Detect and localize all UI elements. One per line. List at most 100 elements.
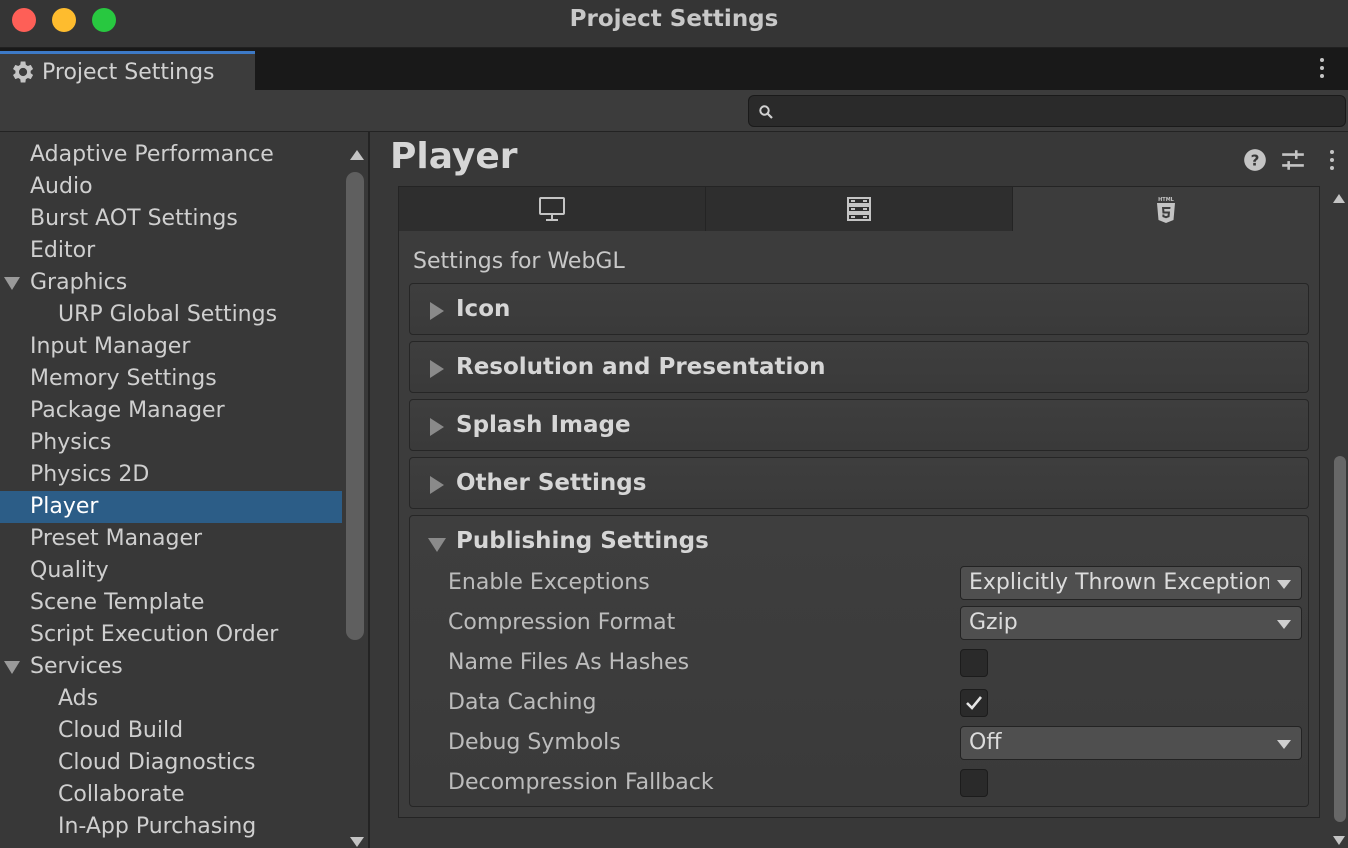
collapsed-triangle-icon — [430, 476, 444, 494]
dropdown-value: Explicitly Thrown Exceptions Only — [969, 570, 1269, 595]
sidebar-item-label: Physics 2D — [30, 462, 150, 487]
expand-triangle-icon[interactable] — [4, 277, 20, 290]
sidebar-item-label: Quality — [30, 558, 109, 583]
sidebar-item-script-execution-order[interactable]: Script Execution Order — [0, 619, 342, 651]
svg-text:?: ? — [1251, 151, 1260, 169]
scroll-up-arrow-icon[interactable] — [350, 150, 364, 160]
section-label: Other Settings — [456, 470, 647, 496]
sidebar-item-label: Scene Template — [30, 590, 205, 615]
section-publishing-settings: Publishing Settings Enable Exceptions Ex… — [409, 515, 1309, 807]
collapsed-triangle-icon — [430, 418, 444, 436]
more-menu-icon[interactable] — [1322, 146, 1342, 174]
sidebar-item-package-manager[interactable]: Package Manager — [0, 395, 342, 427]
sidebar-item-label: In-App Purchasing — [58, 814, 257, 839]
sidebar-item-physics[interactable]: Physics — [0, 427, 342, 459]
name-files-as-hashes-checkbox[interactable] — [960, 649, 988, 677]
expanded-triangle-icon[interactable] — [428, 538, 446, 552]
sidebar-item-cloud-build[interactable]: Cloud Build — [0, 715, 342, 747]
sidebar-item-memory-settings[interactable]: Memory Settings — [0, 363, 342, 395]
html5-webgl-icon: HTML — [1157, 197, 1175, 223]
page-title: Player — [390, 136, 518, 177]
help-icon[interactable]: ? — [1242, 147, 1268, 173]
sidebar-item-label: Graphics — [30, 270, 128, 295]
sidebar-item-label: Audio — [30, 174, 93, 199]
data-caching-checkbox[interactable] — [960, 689, 988, 717]
section-other-settings[interactable]: Other Settings — [409, 457, 1309, 509]
sidebar-item-graphics[interactable]: Graphics — [0, 267, 342, 299]
sidebar-item-label: Input Manager — [30, 334, 191, 359]
window-title: Project Settings — [569, 6, 779, 32]
sidebar-item-quality[interactable]: Quality — [0, 555, 342, 587]
sidebar-item-editor[interactable]: Editor — [0, 235, 342, 267]
expand-triangle-icon[interactable] — [4, 661, 20, 674]
sidebar-item-label: URP Global Settings — [58, 302, 278, 327]
collapsed-triangle-icon — [430, 302, 444, 320]
sidebar-item-label: Memory Settings — [30, 366, 217, 391]
gear-icon — [13, 61, 34, 83]
tab-strip: Project Settings — [0, 48, 1348, 90]
checkmark-icon — [966, 696, 983, 710]
sidebar-item-label: Burst AOT Settings — [30, 206, 238, 231]
compression-format-dropdown[interactable]: Gzip — [960, 606, 1302, 640]
search-icon — [759, 105, 773, 119]
section-label[interactable]: Publishing Settings — [456, 528, 709, 554]
platform-tab-server[interactable] — [706, 187, 1013, 231]
presets-sliders-icon[interactable] — [1280, 147, 1306, 173]
sidebar-item-label: Cloud Diagnostics — [58, 750, 256, 775]
sidebar-item-label: Adaptive Performance — [30, 142, 274, 167]
section-label: Icon — [456, 296, 511, 322]
sidebar-item-adaptive-performance[interactable]: Adaptive Performance — [0, 139, 342, 171]
sidebar-item-cloud-diagnostics[interactable]: Cloud Diagnostics — [0, 747, 342, 779]
tab-project-settings[interactable]: Project Settings — [0, 51, 255, 90]
enable-exceptions-dropdown[interactable]: Explicitly Thrown Exceptions Only — [960, 566, 1302, 600]
name-files-as-hashes-label: Name Files As Hashes — [448, 650, 690, 675]
section-splash-image[interactable]: Splash Image — [409, 399, 1309, 451]
section-label: Splash Image — [456, 412, 631, 438]
inspector-scrollbar-thumb[interactable] — [1334, 456, 1346, 822]
sidebar-item-label: Services — [30, 654, 123, 679]
sidebar-item-input-manager[interactable]: Input Manager — [0, 331, 342, 363]
debug-symbols-label: Debug Symbols — [448, 730, 621, 755]
sidebar-scrollbar[interactable] — [342, 132, 368, 848]
search-input[interactable] — [783, 98, 1333, 124]
platform-tab-webgl[interactable]: HTML — [1013, 187, 1319, 232]
sidebar-item-ads[interactable]: Ads — [0, 683, 342, 715]
sidebar-item-player[interactable]: Player — [0, 491, 342, 523]
decompression-fallback-checkbox[interactable] — [960, 769, 988, 797]
tab-more-menu-icon[interactable] — [1312, 54, 1332, 82]
scroll-down-arrow-icon[interactable] — [1333, 836, 1345, 845]
debug-symbols-dropdown[interactable]: Off — [960, 726, 1302, 760]
sidebar-item-label: Player — [30, 494, 99, 519]
sidebar-item-preset-manager[interactable]: Preset Manager — [0, 523, 342, 555]
sidebar-item-label: Package Manager — [30, 398, 225, 423]
section-resolution-and-presentation[interactable]: Resolution and Presentation — [409, 341, 1309, 393]
player-inspector: HTML Settings for WebGL Icon Resolution … — [398, 186, 1320, 818]
compression-format-label: Compression Format — [448, 610, 676, 635]
settings-for-label: Settings for WebGL — [413, 249, 625, 274]
sidebar-item-collaborate[interactable]: Collaborate — [0, 779, 342, 811]
search-field[interactable] — [748, 95, 1346, 127]
tab-label: Project Settings — [42, 59, 215, 85]
sidebar-item-audio[interactable]: Audio — [0, 171, 342, 203]
sidebar-item-label: Physics — [30, 430, 112, 455]
sidebar-item-scene-template[interactable]: Scene Template — [0, 587, 342, 619]
inspector-scrollbar[interactable] — [1332, 186, 1348, 848]
scroll-up-arrow-icon[interactable] — [1333, 194, 1345, 203]
dropdown-arrow-icon — [1277, 620, 1291, 629]
scroll-down-arrow-icon[interactable] — [350, 837, 364, 847]
platform-tabs: HTML — [399, 187, 1319, 232]
sidebar-scrollbar-thumb[interactable] — [346, 172, 364, 640]
sidebar-item-label: Script Execution Order — [30, 622, 279, 647]
sidebar-item-label: Collaborate — [58, 782, 185, 807]
sidebar-item-physics-2d[interactable]: Physics 2D — [0, 459, 342, 491]
section-icon[interactable]: Icon — [409, 283, 1309, 335]
sidebar-item-services[interactable]: Services — [0, 651, 342, 683]
sidebar-item-burst-aot-settings[interactable]: Burst AOT Settings — [0, 203, 342, 235]
desktop-monitor-icon — [539, 197, 565, 221]
dedicated-server-icon — [847, 197, 871, 221]
data-caching-label: Data Caching — [448, 690, 597, 715]
platform-tab-standalone[interactable] — [399, 187, 706, 231]
sidebar-item-in-app-purchasing[interactable]: In-App Purchasing — [0, 811, 342, 843]
decompression-fallback-label: Decompression Fallback — [448, 770, 714, 795]
sidebar-item-urp-global-settings[interactable]: URP Global Settings — [0, 299, 342, 331]
